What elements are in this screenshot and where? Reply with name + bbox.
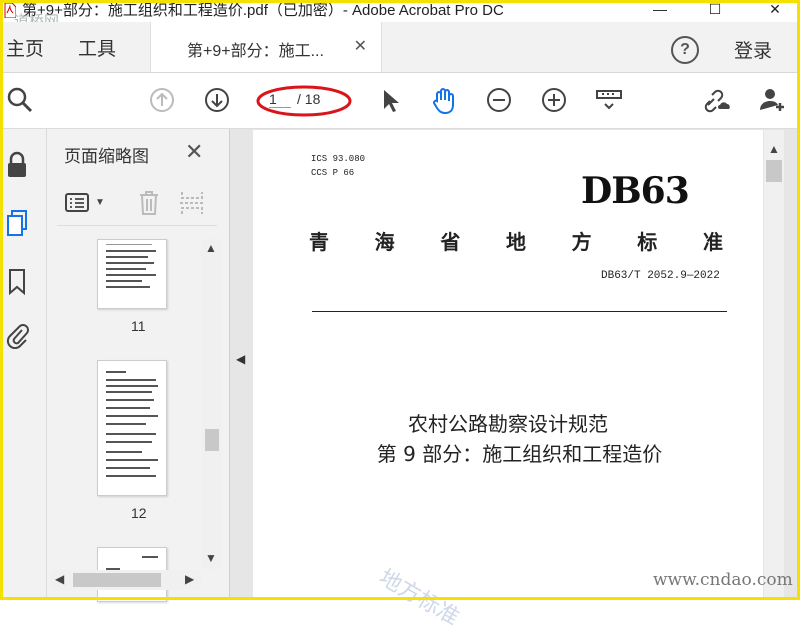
thumb-text-line bbox=[106, 415, 158, 417]
title-bar: 第+9+部分：施工组织和工程造价.pdf（已加密）- Adobe Acrobat… bbox=[0, 0, 800, 30]
previous-page-icon[interactable] bbox=[147, 85, 177, 115]
scroll-right-icon[interactable]: ▶ bbox=[185, 572, 194, 586]
thumb-text-line bbox=[106, 467, 150, 469]
page-number-highlight-oval bbox=[256, 85, 352, 117]
scroll-left-icon[interactable]: ◀ bbox=[55, 572, 64, 586]
thumb-text-line bbox=[106, 250, 156, 252]
thumb-text-line bbox=[106, 244, 152, 245]
thumbnail-horizontal-scrollbar[interactable]: ◀ ▶ bbox=[51, 570, 201, 590]
thumb-text-line bbox=[106, 423, 146, 425]
zoom-out-icon[interactable] bbox=[484, 85, 514, 115]
thumb-text-line bbox=[106, 433, 156, 435]
thumb-text-line bbox=[106, 475, 156, 477]
scroll-up-icon[interactable]: ▲ bbox=[205, 241, 217, 255]
left-rail bbox=[0, 129, 47, 600]
site-watermark: www.cndao.com bbox=[653, 570, 793, 590]
zoom-in-icon[interactable] bbox=[539, 85, 569, 115]
chevron-down-icon[interactable]: ▼ bbox=[95, 197, 105, 208]
thumb-text-line bbox=[106, 379, 156, 381]
scroll-down-icon[interactable]: ▼ bbox=[205, 551, 217, 565]
window-title: 第+9+部分：施工组织和工程造价.pdf（已加密）- Adobe Acrobat… bbox=[22, 2, 504, 19]
heading-char: 准 bbox=[702, 230, 723, 254]
search-icon[interactable] bbox=[5, 85, 35, 115]
bookmark-icon[interactable] bbox=[5, 267, 29, 295]
document-subtitle: 第 9 部分：施工组织和工程造价 bbox=[376, 442, 663, 466]
thumb-text-line bbox=[106, 256, 148, 258]
scrollbar-thumb[interactable] bbox=[205, 429, 219, 451]
pdf-page: ICS 93.080 CCS P 66 DB63 青 海 省 地 方 标 准 D… bbox=[253, 130, 763, 600]
heading-char: 青 bbox=[309, 230, 329, 254]
close-window-button[interactable]: ✕ bbox=[760, 0, 790, 20]
toolbar: 1 / 18 bbox=[0, 73, 800, 129]
collapse-panel-icon[interactable]: ◀ bbox=[236, 352, 245, 366]
thumb-text-line bbox=[106, 407, 150, 409]
thumb-text-line bbox=[106, 385, 158, 387]
options-icon[interactable] bbox=[65, 193, 91, 213]
thumbnail-label-12: 12 bbox=[131, 505, 147, 521]
scroll-up-icon[interactable]: ▲ bbox=[768, 142, 780, 156]
tab-document[interactable]: 第+9+部分：施工... ✕ bbox=[150, 22, 382, 72]
ics-ccs-codes: ICS 93.080 CCS P 66 bbox=[311, 152, 365, 180]
thumbnail-tools: ▼ bbox=[57, 185, 217, 226]
scrollbar-thumb[interactable] bbox=[73, 573, 161, 587]
document-vertical-scrollbar[interactable]: ▲ bbox=[764, 130, 784, 600]
thumbnail-vertical-scrollbar[interactable]: ▲ ▼ bbox=[201, 239, 221, 569]
maximize-button[interactable]: ☐ bbox=[700, 0, 730, 20]
add-user-icon[interactable] bbox=[757, 85, 787, 115]
ccs-code: CCS P 66 bbox=[311, 168, 355, 178]
insert-page-icon[interactable] bbox=[179, 189, 205, 217]
thumb-text-line bbox=[106, 451, 142, 453]
heading-char: 标 bbox=[637, 230, 658, 254]
thumbnail-page-12[interactable] bbox=[97, 360, 167, 496]
lock-icon[interactable] bbox=[5, 151, 29, 179]
login-button[interactable]: 登录 bbox=[734, 36, 772, 63]
page-thumbnails-icon[interactable] bbox=[5, 209, 29, 237]
next-page-icon[interactable] bbox=[202, 85, 232, 115]
thumb-text-line bbox=[106, 371, 126, 373]
heading-char: 方 bbox=[571, 230, 592, 254]
thumb-text-line bbox=[106, 268, 146, 270]
tab-home[interactable]: 主页 bbox=[6, 34, 44, 61]
thumb-text-line bbox=[106, 280, 142, 282]
standard-number: DB63/T 2052.9—2022 bbox=[601, 270, 720, 282]
scrollbar-thumb[interactable] bbox=[766, 160, 782, 182]
thumb-text-line bbox=[106, 286, 150, 288]
select-cursor-icon[interactable] bbox=[375, 85, 405, 115]
tab-document-label: 第+9+部分：施工... bbox=[187, 43, 324, 60]
header-rule bbox=[312, 311, 727, 312]
thumb-text-line bbox=[106, 441, 152, 443]
attachment-icon[interactable] bbox=[5, 321, 29, 349]
thumb-text-line bbox=[142, 556, 158, 558]
thumb-text-line bbox=[106, 459, 158, 461]
db63-logo: DB63 bbox=[581, 170, 690, 212]
thumb-text-line bbox=[106, 399, 154, 401]
tab-tools[interactable]: 工具 bbox=[78, 34, 116, 61]
tab-close-button[interactable]: ✕ bbox=[354, 36, 367, 56]
heading-char: 省 bbox=[440, 230, 461, 254]
thumbnail-page-11[interactable] bbox=[97, 239, 167, 309]
panel-close-button[interactable]: ✕ bbox=[185, 139, 203, 165]
ics-code: ICS 93.080 bbox=[311, 154, 366, 164]
share-link-icon[interactable] bbox=[702, 85, 732, 115]
thumbnails-panel: 页面缩略图 ✕ ▼ 11 12 ▲ ▼ ◀ ▶ bbox=[47, 129, 230, 602]
trash-icon[interactable] bbox=[137, 189, 161, 217]
thumb-text-line bbox=[106, 391, 152, 393]
panel-title: 页面缩略图 bbox=[64, 147, 149, 166]
help-button[interactable]: ? bbox=[671, 36, 699, 64]
thumbnail-label-11: 11 bbox=[131, 318, 146, 334]
document-title: 农村公路勘察设计规范 bbox=[408, 412, 608, 436]
heading-char: 地 bbox=[505, 230, 526, 254]
thumb-text-line bbox=[106, 274, 156, 276]
thumb-text-line bbox=[106, 262, 154, 264]
province-standard-heading: 青 海 省 地 方 标 准 bbox=[309, 226, 723, 255]
heading-char: 海 bbox=[374, 230, 395, 254]
page-display-icon[interactable] bbox=[594, 85, 624, 115]
minimize-button[interactable]: — bbox=[645, 0, 675, 20]
hand-tool-icon[interactable] bbox=[429, 85, 459, 115]
